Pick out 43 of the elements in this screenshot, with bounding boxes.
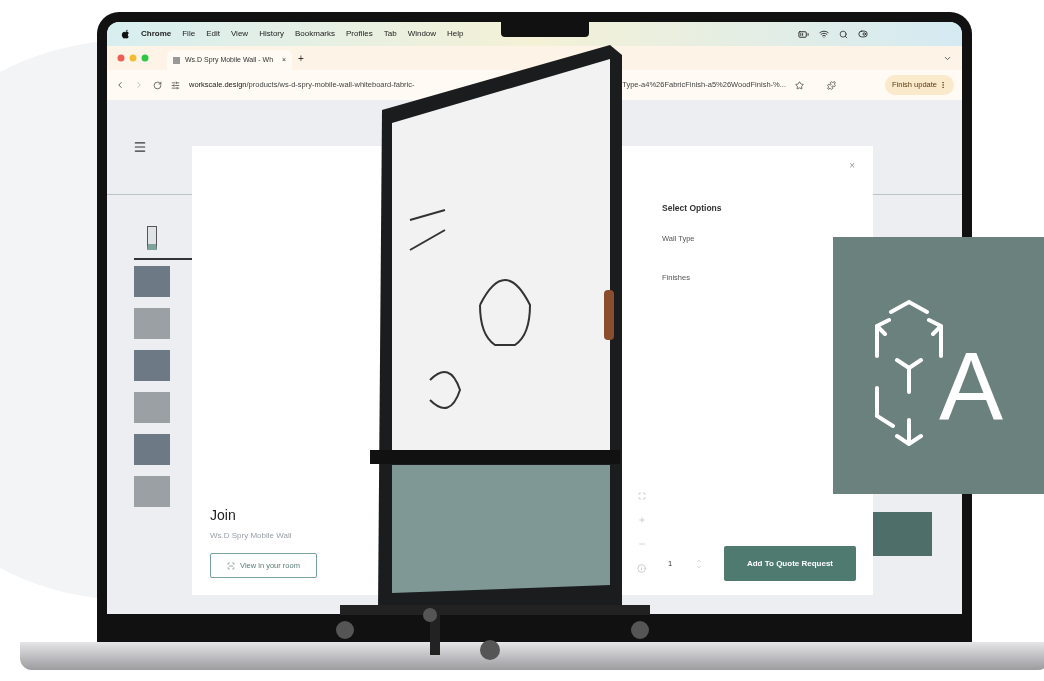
page-button[interactable] — [873, 512, 932, 556]
product-title: Join — [210, 506, 237, 525]
photo-thumbnail[interactable] — [134, 392, 170, 423]
menu-app-name[interactable]: Chrome — [141, 28, 172, 40]
zoom-in-icon[interactable] — [637, 516, 646, 524]
photo-thumbnail[interactable] — [134, 350, 170, 381]
menu-item[interactable]: File — [182, 28, 196, 40]
menu-item[interactable]: Profiles — [346, 28, 373, 40]
photo-thumbnail[interactable] — [134, 434, 170, 465]
menu-item[interactable]: Edit — [206, 28, 220, 40]
options-heading: Select Options — [661, 202, 723, 215]
ar-logo-text: A — [939, 337, 1004, 434]
back-icon[interactable] — [115, 80, 125, 90]
menu-item[interactable]: History — [259, 28, 284, 40]
new-tab-button[interactable]: + — [298, 50, 304, 66]
menu-icon[interactable] — [133, 140, 147, 154]
menu-item[interactable]: Help — [447, 28, 464, 40]
ar-scan-icon — [227, 561, 236, 570]
fullscreen-icon[interactable] — [637, 492, 646, 500]
control-center-icon[interactable] — [858, 29, 868, 39]
reload-icon[interactable] — [153, 80, 162, 90]
wifi-icon — [819, 29, 829, 39]
search-icon[interactable] — [839, 29, 848, 39]
more-menu-icon[interactable] — [939, 81, 947, 89]
menu-item[interactable]: Window — [407, 28, 437, 40]
apple-logo-icon — [121, 29, 130, 39]
decrement-icon[interactable] — [696, 563, 702, 570]
menu-item[interactable]: View — [230, 28, 249, 40]
battery-icon — [798, 28, 809, 40]
photo-thumbnail[interactable] — [134, 266, 170, 297]
extensions-icon[interactable] — [826, 80, 836, 90]
bookmark-star-icon[interactable] — [794, 80, 804, 90]
increment-icon[interactable] — [696, 557, 702, 564]
info-icon[interactable] — [637, 564, 646, 573]
menu-item[interactable]: Bookmarks — [295, 28, 336, 40]
photo-thumbnail[interactable] — [134, 308, 170, 339]
add-to-quote-button[interactable]: Add To Quote Request — [724, 546, 856, 581]
photo-thumbnail[interactable] — [134, 476, 170, 507]
tab-favicon-icon — [173, 56, 180, 64]
product-subtitle: Ws.D Spry Mobile Wall — [210, 530, 293, 542]
menu-item[interactable]: Tab — [383, 28, 397, 40]
site-settings-icon[interactable] — [171, 80, 180, 90]
forward-icon[interactable] — [134, 80, 144, 90]
